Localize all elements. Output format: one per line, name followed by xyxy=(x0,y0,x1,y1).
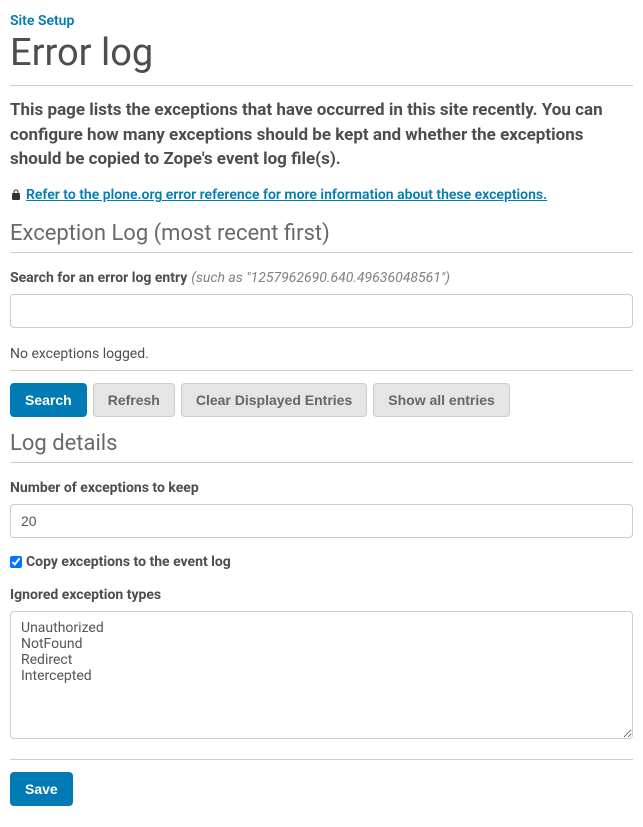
search-input[interactable] xyxy=(10,294,633,328)
save-button[interactable]: Save xyxy=(10,772,73,806)
show-all-button[interactable]: Show all entries xyxy=(373,383,510,417)
page-title: Error log xyxy=(10,31,633,75)
intro-text: This page lists the exceptions that have… xyxy=(10,98,633,172)
divider xyxy=(10,252,633,253)
log-details-heading: Log details xyxy=(10,431,633,456)
copy-label: Copy exceptions to the event log xyxy=(26,554,231,570)
lock-icon xyxy=(10,186,22,205)
empty-message: No exceptions logged. xyxy=(10,346,633,362)
divider xyxy=(10,85,633,86)
divider xyxy=(10,462,633,463)
keep-input[interactable] xyxy=(10,504,633,538)
divider xyxy=(10,370,633,371)
search-label: Search for an error log entry xyxy=(10,270,187,286)
clear-button[interactable]: Clear Displayed Entries xyxy=(181,383,367,417)
keep-field-group: Number of exceptions to keep xyxy=(10,477,633,538)
help-link-row: Refer to the plone.org error reference f… xyxy=(10,186,633,205)
search-hint: (such as "1257962690.640.49636048561") xyxy=(191,270,450,286)
help-link[interactable]: Refer to the plone.org error reference f… xyxy=(26,187,547,203)
search-field-group: Search for an error log entry (such as "… xyxy=(10,267,633,328)
exception-log-heading: Exception Log (most recent first) xyxy=(10,221,633,246)
button-row: Search Refresh Clear Displayed Entries S… xyxy=(10,383,633,417)
copy-checkbox-row: Copy exceptions to the event log xyxy=(10,554,633,570)
save-row: Save xyxy=(10,772,633,806)
ignored-field-group: Ignored exception types Unauthorized Not… xyxy=(10,584,633,743)
copy-checkbox[interactable] xyxy=(10,556,22,568)
ignored-textarea[interactable]: Unauthorized NotFound Redirect Intercept… xyxy=(10,611,633,739)
breadcrumb[interactable]: Site Setup xyxy=(10,13,74,29)
ignored-label: Ignored exception types xyxy=(10,587,161,603)
keep-label: Number of exceptions to keep xyxy=(10,480,199,496)
search-button[interactable]: Search xyxy=(10,383,87,417)
divider xyxy=(10,759,633,760)
refresh-button[interactable]: Refresh xyxy=(93,383,175,417)
